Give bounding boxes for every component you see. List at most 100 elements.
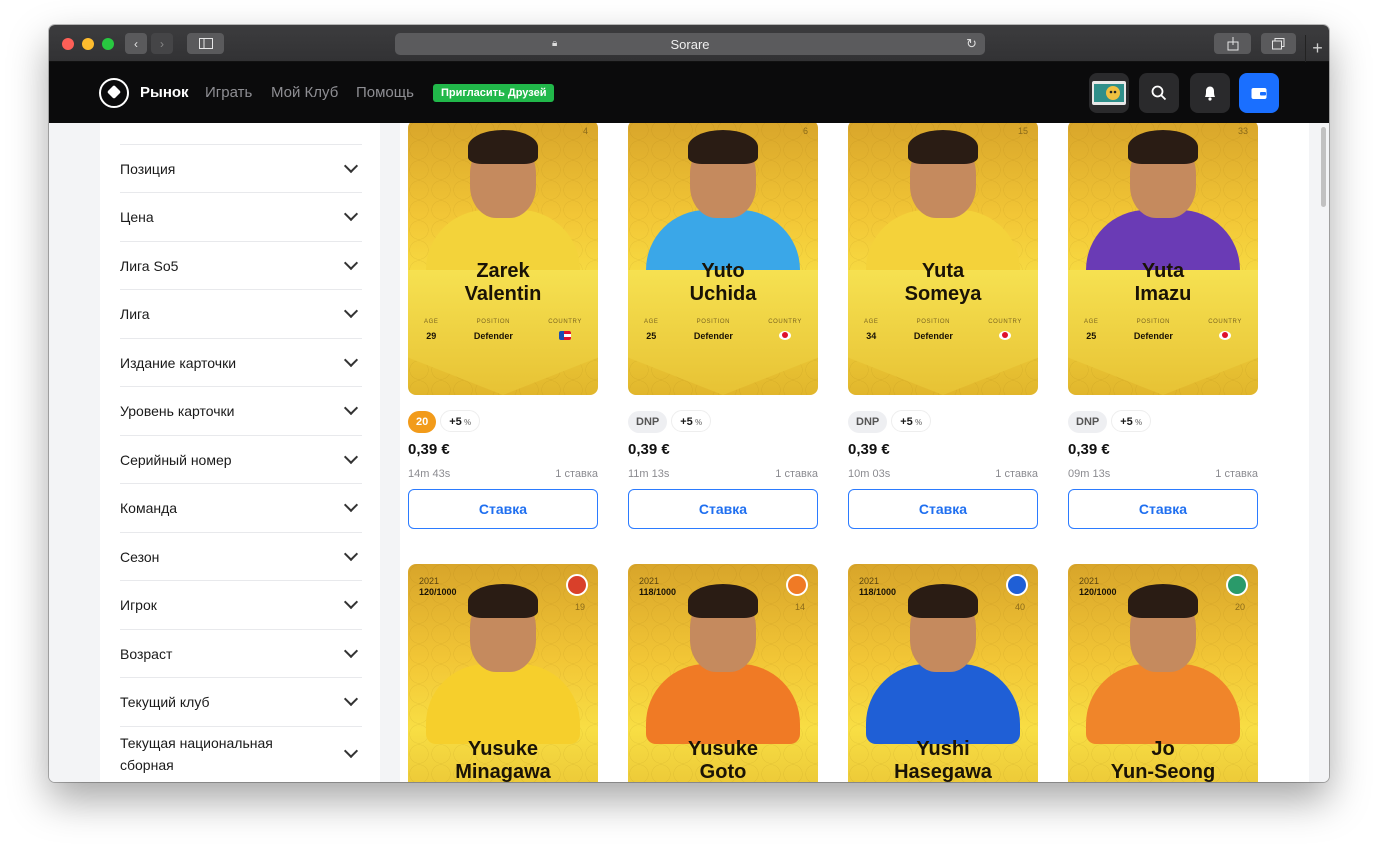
minimize-window-button[interactable] bbox=[82, 38, 94, 50]
wallet-button[interactable] bbox=[1239, 73, 1279, 113]
chevron-down-icon[interactable] bbox=[343, 594, 359, 610]
bonus-value: +5 bbox=[1120, 416, 1133, 428]
filter-row[interactable]: Цена bbox=[120, 192, 362, 241]
card-serial: 118/1000 bbox=[639, 587, 677, 597]
notifications-button[interactable] bbox=[1190, 73, 1230, 113]
player-card[interactable]: 2021 120/1000 19 Yusuke Minagawa bbox=[408, 564, 598, 782]
bid-button[interactable]: Ставка bbox=[408, 489, 598, 529]
chevron-right-icon: › bbox=[160, 36, 164, 51]
player-last-name: Goto bbox=[699, 761, 747, 782]
stat-position: POSITION Defender bbox=[474, 319, 513, 342]
bid-count: 1 ставка bbox=[1215, 468, 1258, 480]
score-badge: DNP bbox=[848, 411, 888, 433]
bid-button[interactable]: Ставка bbox=[628, 489, 818, 529]
nav-market[interactable]: Рынок bbox=[140, 84, 189, 101]
filter-row[interactable]: Издание карточки bbox=[120, 338, 362, 386]
card-stats: AGE 29 POSITION Defender COUNTRY bbox=[424, 319, 582, 342]
share-button[interactable] bbox=[1214, 33, 1251, 54]
jersey-number: 20 bbox=[1234, 602, 1245, 612]
new-tab-button[interactable]: + bbox=[1305, 35, 1329, 62]
profile-avatar-button[interactable] bbox=[1089, 73, 1129, 113]
player-last-name: Valentin bbox=[464, 283, 542, 305]
invite-friends-button[interactable]: Пригласить Друзей bbox=[433, 84, 555, 102]
chevron-down-icon[interactable] bbox=[343, 303, 359, 319]
filter-row[interactable]: Лига So5 bbox=[120, 241, 362, 289]
country-flag-icon bbox=[779, 331, 792, 340]
player-card[interactable]: 2021 118/1000 40 Yushi Hasegawa bbox=[848, 564, 1038, 782]
filter-row[interactable]: Сезон bbox=[120, 532, 362, 580]
nav-play[interactable]: Играть bbox=[205, 84, 252, 101]
time-remaining: 11m 13s bbox=[628, 468, 670, 480]
filter-row[interactable]: Лига bbox=[120, 289, 362, 338]
chevron-down-icon[interactable] bbox=[343, 206, 359, 222]
jersey-number: 33 bbox=[1237, 126, 1248, 136]
filter-row[interactable]: Серийный номер bbox=[120, 435, 362, 483]
filter-row[interactable]: Избранное bbox=[120, 123, 362, 125]
nav-help[interactable]: Помощь bbox=[356, 84, 414, 101]
card-price: 0,39 € bbox=[408, 441, 450, 458]
stat-value: Defender bbox=[1133, 331, 1173, 341]
reload-icon[interactable]: ↻ bbox=[966, 36, 977, 52]
stat-value: Defender bbox=[693, 331, 733, 341]
club-badge-icon bbox=[1006, 574, 1028, 596]
nav-my-club[interactable]: Мой Клуб bbox=[271, 84, 338, 101]
bid-count: 1 ставка bbox=[995, 468, 1038, 480]
card-stats: AGE 25 POSITION Defender COUNTRY bbox=[644, 319, 802, 342]
chevron-down-icon[interactable] bbox=[343, 497, 359, 513]
player-card[interactable]: 2021 120/1000 20 Jo Yun-Seong bbox=[1068, 564, 1258, 782]
share-icon bbox=[1227, 36, 1238, 50]
zoom-window-button[interactable] bbox=[102, 38, 114, 50]
player-card[interactable]: 15 Yuta Someya AGE 34 POSITION Defender COUNTRY bbox=[848, 123, 1038, 395]
card-stats: AGE 34 POSITION Defender COUNTRY bbox=[864, 319, 1022, 342]
filter-label: Сезон bbox=[120, 548, 160, 565]
filter-row[interactable]: Уровень карточки bbox=[120, 386, 362, 435]
stat-label: AGE bbox=[864, 319, 879, 325]
bid-button[interactable]: Ставка bbox=[1068, 489, 1258, 529]
close-window-button[interactable] bbox=[62, 38, 74, 50]
sorare-logo-icon[interactable] bbox=[99, 78, 129, 108]
chevron-down-icon[interactable] bbox=[343, 643, 359, 658]
stat-label: COUNTRY bbox=[768, 319, 802, 325]
stat-value: 34 bbox=[866, 331, 877, 341]
chevron-down-icon[interactable] bbox=[343, 743, 359, 759]
filter-row[interactable]: Игрок bbox=[120, 580, 362, 629]
filter-row[interactable]: Текущая национальная сборная bbox=[120, 726, 362, 781]
filter-row[interactable]: Команда bbox=[120, 483, 362, 532]
player-card[interactable]: 2021 118/1000 14 Yusuke Goto bbox=[628, 564, 818, 782]
card-stats: AGE 25 POSITION Defender COUNTRY bbox=[1084, 319, 1242, 342]
stat-label: POSITION bbox=[916, 319, 951, 325]
country-flag-icon bbox=[559, 331, 572, 340]
app-header: Рынок Играть Мой Клуб Помощь Пригласить … bbox=[49, 62, 1329, 123]
player-card[interactable]: 4 Zarek Valentin AGE 29 POSITION Defender COUNT… bbox=[408, 123, 598, 395]
stat-value bbox=[548, 331, 582, 342]
chevron-down-icon[interactable] bbox=[343, 352, 359, 367]
filter-label: Серийный номер bbox=[120, 451, 232, 468]
filter-row[interactable]: Возраст bbox=[120, 629, 362, 677]
player-hair bbox=[468, 584, 538, 618]
chevron-down-icon[interactable] bbox=[343, 449, 359, 464]
card-grid: 4 Zarek Valentin AGE 29 POSITION Defender COUNT… bbox=[400, 123, 1309, 782]
chevron-down-icon[interactable] bbox=[343, 691, 359, 707]
wallet-icon bbox=[1251, 87, 1267, 99]
back-button[interactable]: ‹ bbox=[125, 33, 147, 54]
chevron-down-icon[interactable] bbox=[343, 255, 359, 270]
sidebar-toggle-button[interactable] bbox=[187, 33, 224, 54]
tabs-overview-button[interactable] bbox=[1261, 33, 1296, 54]
chevron-down-icon[interactable] bbox=[343, 400, 359, 416]
search-button[interactable] bbox=[1139, 73, 1179, 113]
club-badge-icon bbox=[566, 574, 588, 596]
bid-button[interactable]: Ставка bbox=[848, 489, 1038, 529]
forward-button[interactable]: › bbox=[151, 33, 173, 54]
player-card[interactable]: 33 Yuta Imazu AGE 25 POSITION Defender COUNTRY bbox=[1068, 123, 1258, 395]
page-scrollbar[interactable] bbox=[1321, 127, 1326, 207]
address-bar[interactable]: 🔒︎ Sorare ↻ bbox=[395, 33, 985, 55]
player-first-name: Yushi bbox=[916, 738, 970, 760]
bonus-badge: +5 % bbox=[671, 410, 712, 432]
filter-row[interactable]: Текущий клуб bbox=[120, 677, 362, 726]
chevron-down-icon[interactable] bbox=[343, 158, 359, 173]
chevron-down-icon[interactable] bbox=[343, 546, 359, 561]
player-card[interactable]: 6 Yuto Uchida AGE 25 POSITION Defender COUNTRY bbox=[628, 123, 818, 395]
player-first-name: Yusuke bbox=[687, 738, 759, 760]
filter-row[interactable]: Позиция bbox=[120, 144, 362, 192]
score-pills: 20 +5 % bbox=[408, 410, 598, 433]
